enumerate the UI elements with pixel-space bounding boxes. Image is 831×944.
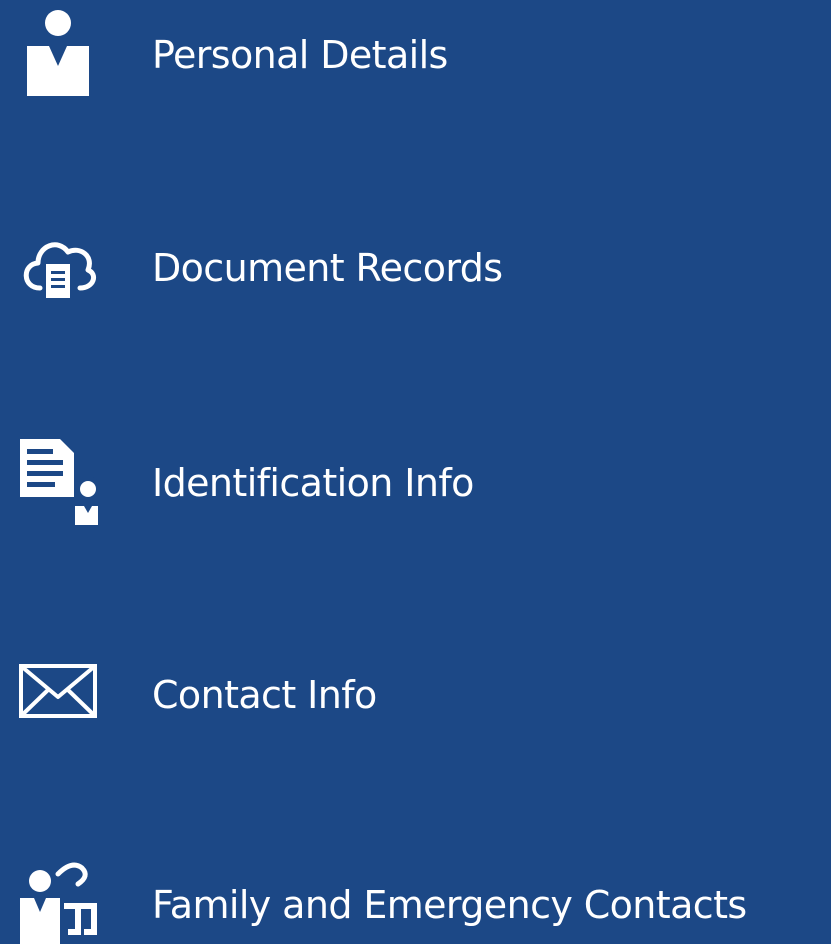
id-card-icon (18, 435, 98, 525)
cloud-document-icon (18, 226, 98, 316)
menu-item-family-and-emergency-contacts[interactable]: Family and Emergency Contacts (0, 834, 831, 944)
menu-item-label: Family and Emergency Contacts (152, 883, 747, 927)
envelope-icon (18, 661, 98, 751)
menu-item-label: Identification Info (152, 461, 474, 505)
side-menu: Personal Details Document Records Identi… (0, 0, 831, 944)
menu-item-identification-info[interactable]: Identification Info (0, 425, 831, 535)
person-icon (18, 6, 98, 96)
family-contacts-icon (18, 854, 98, 944)
menu-item-contact-info[interactable]: Contact Info (0, 637, 831, 747)
menu-item-label: Personal Details (152, 33, 448, 77)
menu-item-document-records[interactable]: Document Records (0, 212, 831, 322)
menu-item-label: Contact Info (152, 673, 377, 717)
menu-item-personal-details[interactable]: Personal Details (0, 0, 831, 110)
menu-item-label: Document Records (152, 246, 503, 290)
